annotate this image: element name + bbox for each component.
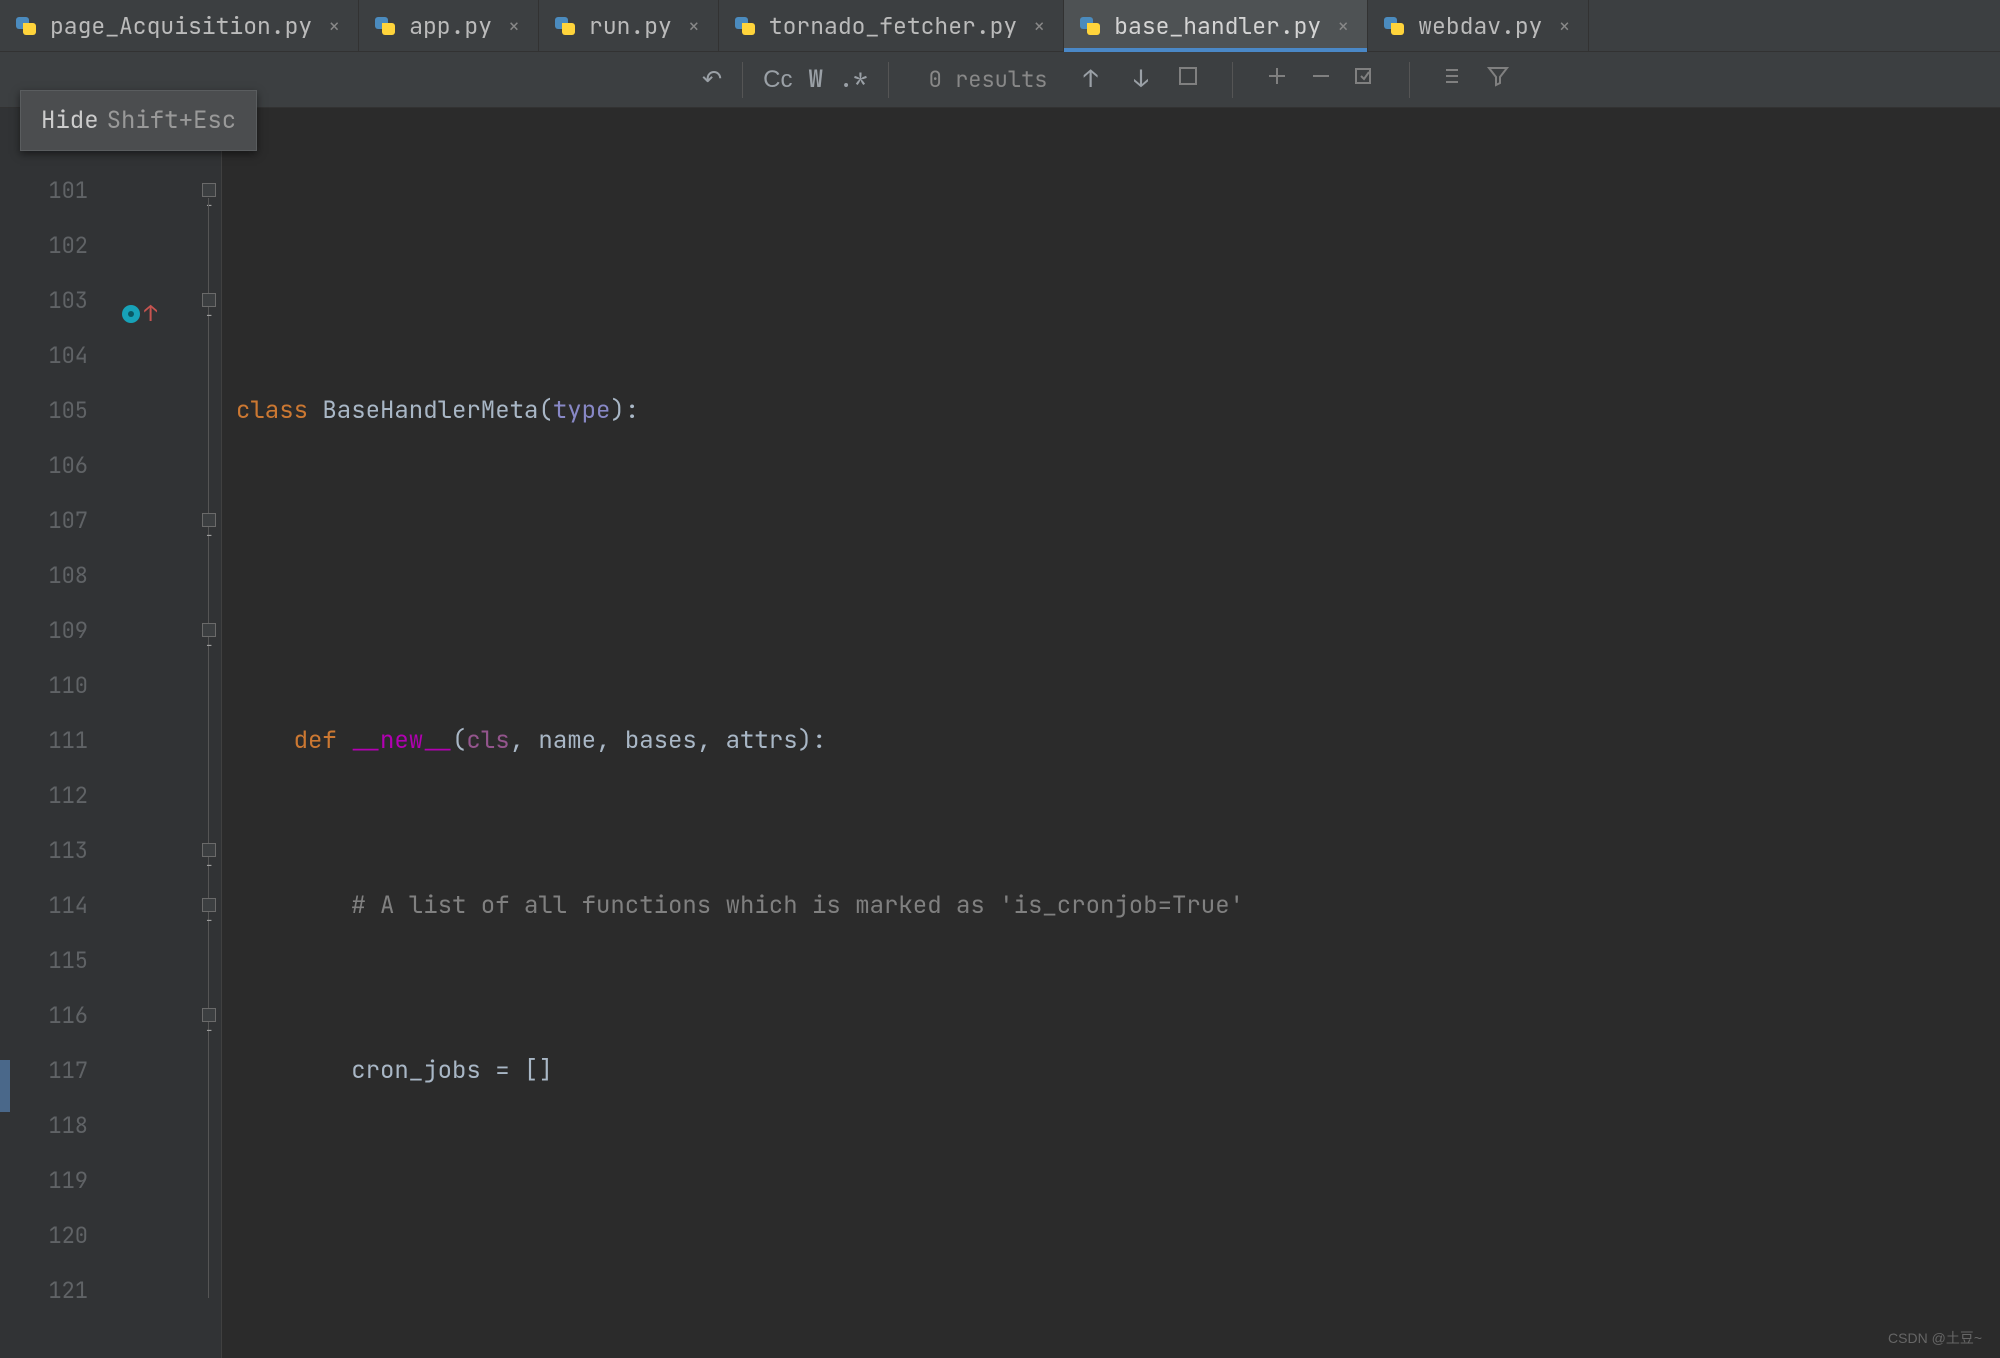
line-number: 115: [0, 933, 88, 988]
line-number: 113: [0, 823, 88, 878]
close-icon[interactable]: ×: [1337, 13, 1349, 39]
code-editor[interactable]: 1001011021031041051061071081091101111121…: [0, 108, 2000, 1358]
line-number: 109: [0, 603, 88, 658]
find-toolbar: ↶ Cc W .* 0 results ↑ ↓: [0, 52, 2000, 108]
python-file-icon: [373, 14, 397, 38]
tooltip-shortcut: Shift+Esc: [107, 105, 237, 136]
line-number: 121: [0, 1263, 88, 1318]
line-number: 111: [0, 713, 88, 768]
python-file-icon: [1382, 14, 1406, 38]
close-icon[interactable]: ×: [1033, 13, 1045, 39]
tab-app[interactable]: app.py ×: [359, 0, 539, 51]
tab-bar: page_Acquisition.py × app.py × run.py × tor…: [0, 0, 2000, 52]
fold-toggle-icon[interactable]: [202, 1008, 216, 1022]
marker-gutter: ↑: [110, 108, 200, 1358]
line-number: 105: [0, 383, 88, 438]
filter-icon[interactable]: [1486, 64, 1510, 95]
tab-label: run.py: [589, 11, 672, 41]
line-number: 110: [0, 658, 88, 713]
line-number: 104: [0, 328, 88, 383]
tab-label: tornado_fetcher.py: [769, 11, 1017, 41]
line-number-gutter: 1001011021031041051061071081091101111121…: [0, 108, 110, 1358]
line-number: 106: [0, 438, 88, 493]
line-number: 119: [0, 1153, 88, 1208]
override-marker-icon[interactable]: ↑: [122, 286, 157, 341]
tooltip-label: Hide: [41, 105, 99, 136]
tab-page-acquisition[interactable]: page_Acquisition.py ×: [0, 0, 359, 51]
prev-search-icon[interactable]: ↶: [694, 60, 730, 99]
fold-toggle-icon[interactable]: [202, 843, 216, 857]
tab-tornado-fetcher[interactable]: tornado_fetcher.py ×: [719, 0, 1064, 51]
fold-toggle-icon[interactable]: [202, 513, 216, 527]
fold-toggle-icon[interactable]: [202, 293, 216, 307]
hide-tooltip: Hide Shift+Esc: [20, 90, 257, 151]
python-file-icon: [733, 14, 757, 38]
tab-label: webdav.py: [1418, 11, 1542, 41]
results-count: 0 results: [929, 65, 1048, 94]
line-number: 118: [0, 1098, 88, 1153]
fold-toggle-icon[interactable]: [202, 183, 216, 197]
watermark: CSDN @土豆~: [1888, 1328, 1982, 1348]
tab-run[interactable]: run.py ×: [539, 0, 719, 51]
remove-selection-icon[interactable]: [1309, 64, 1333, 95]
line-number: 117: [0, 1043, 88, 1098]
prev-match-icon[interactable]: ↑: [1075, 60, 1105, 99]
python-file-icon: [14, 14, 38, 38]
tab-label: app.py: [409, 11, 492, 41]
line-number: 114: [0, 878, 88, 933]
regex-button[interactable]: .*: [831, 60, 876, 99]
tab-label: page_Acquisition.py: [50, 11, 312, 41]
close-icon[interactable]: ×: [1558, 13, 1570, 39]
tab-base-handler[interactable]: base_handler.py ×: [1064, 0, 1368, 51]
show-options-icon[interactable]: [1442, 64, 1466, 95]
select-matches-icon[interactable]: [1353, 64, 1377, 95]
line-number: 101: [0, 163, 88, 218]
python-file-icon: [553, 14, 577, 38]
close-icon[interactable]: ×: [328, 13, 340, 39]
line-number: 112: [0, 768, 88, 823]
line-number: 102: [0, 218, 88, 273]
tab-label: base_handler.py: [1114, 11, 1321, 41]
fold-gutter: [200, 108, 222, 1358]
line-number: 120: [0, 1208, 88, 1263]
line-number: 108: [0, 548, 88, 603]
match-case-button[interactable]: Cc: [755, 62, 800, 98]
line-number: 107: [0, 493, 88, 548]
line-number: 116: [0, 988, 88, 1043]
select-all-icon[interactable]: [1176, 64, 1200, 95]
add-selection-icon[interactable]: [1265, 64, 1289, 95]
whole-word-button[interactable]: W: [800, 60, 830, 99]
line-number: 103: [0, 273, 88, 328]
tab-webdav[interactable]: webdav.py ×: [1368, 0, 1589, 51]
fold-toggle-icon[interactable]: [202, 898, 216, 912]
code-area[interactable]: class BaseHandlerMeta(type): def __new__…: [222, 108, 2000, 1358]
close-icon[interactable]: ×: [508, 13, 520, 39]
python-file-icon: [1078, 14, 1102, 38]
accent-strip: [0, 1060, 10, 1112]
fold-toggle-icon[interactable]: [202, 623, 216, 637]
next-match-icon[interactable]: ↓: [1126, 60, 1156, 99]
close-icon[interactable]: ×: [688, 13, 700, 39]
